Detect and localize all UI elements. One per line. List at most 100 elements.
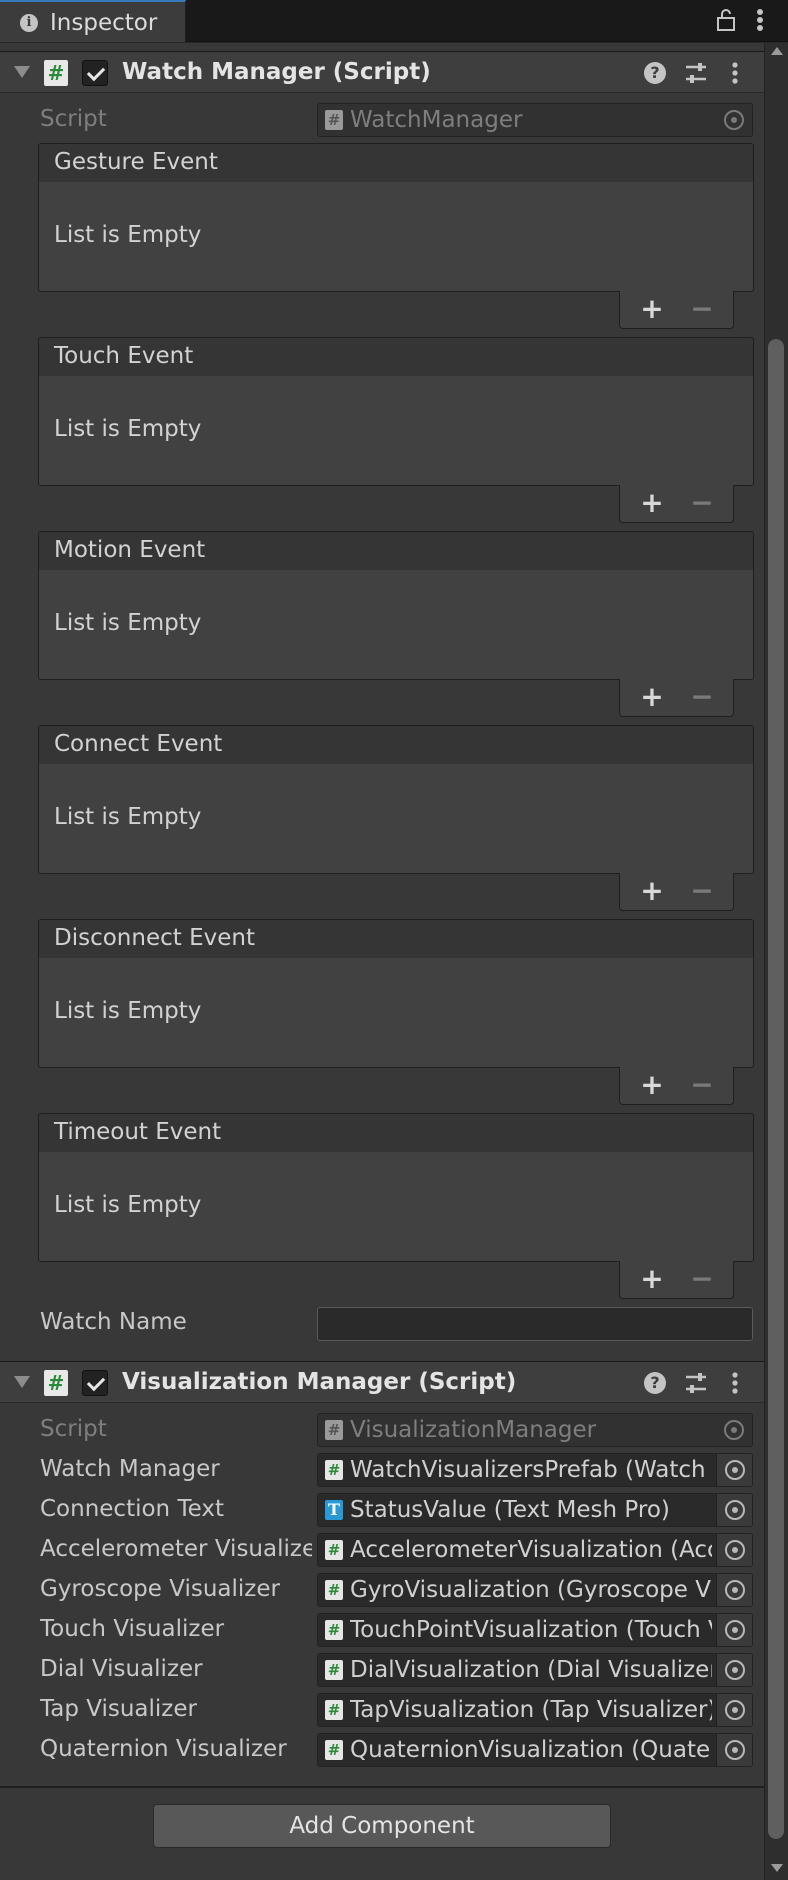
remove-item-button[interactable]: − <box>684 1071 720 1101</box>
quaternion-visualizer-field[interactable]: # QuaternionVisualization (Quaternion Vi… <box>317 1733 753 1767</box>
remove-item-button[interactable]: − <box>684 1265 720 1295</box>
scroll-up-arrow-icon[interactable] <box>771 47 783 55</box>
field-value: QuaternionVisualization (Quaternion Visu… <box>350 1737 712 1763</box>
object-picker-icon[interactable] <box>716 1534 752 1566</box>
object-picker-icon[interactable] <box>716 1694 752 1726</box>
tab-label: Inspector <box>50 10 158 36</box>
object-picker-icon[interactable] <box>716 1454 752 1486</box>
help-icon[interactable]: ? <box>644 1372 666 1394</box>
script-icon: # <box>325 1740 343 1760</box>
presets-icon[interactable] <box>684 1371 708 1395</box>
script-icon: # <box>44 60 68 86</box>
object-picker-icon[interactable] <box>716 1654 752 1686</box>
visualization-manager-enabled-checkbox[interactable] <box>82 1370 108 1396</box>
script-field: # WatchManager <box>317 103 753 137</box>
text-mesh-pro-icon: T <box>325 1500 343 1520</box>
lock-icon[interactable] <box>716 8 736 32</box>
remove-item-button[interactable]: − <box>684 877 720 907</box>
event-footer: + − <box>619 291 734 329</box>
script-icon: # <box>325 110 343 130</box>
field-label: Touch Visualizer <box>40 1616 225 1642</box>
event-label: Gesture Event <box>54 149 218 175</box>
event-header[interactable]: Timeout Event <box>38 1113 754 1153</box>
touch-visualizer-field[interactable]: # TouchPointVisualization (Touch Visuali… <box>317 1613 753 1647</box>
event-header[interactable]: Touch Event <box>38 337 754 377</box>
empty-text: List is Empty <box>54 804 202 830</box>
script-value: WatchManager <box>350 107 523 133</box>
accelerometer-visualizer-field[interactable]: # AccelerometerVisualization (Accelerome… <box>317 1533 753 1567</box>
object-picker-icon[interactable] <box>716 1574 752 1606</box>
event-footer: + − <box>619 679 734 717</box>
field-label: Watch Manager <box>40 1456 220 1482</box>
add-item-button[interactable]: + <box>634 683 670 713</box>
object-picker-icon <box>716 1414 752 1446</box>
presets-icon[interactable] <box>684 61 708 85</box>
foldout-arrow-icon[interactable] <box>14 1376 30 1388</box>
watch-name-label: Watch Name <box>40 1309 187 1335</box>
script-field: # VisualizationManager <box>317 1413 753 1447</box>
add-component-button[interactable]: Add Component <box>153 1804 611 1848</box>
component-menu-icon[interactable] <box>726 60 744 86</box>
field-value: WatchVisualizersPrefab (Watch Manager) <box>350 1457 712 1483</box>
add-item-button[interactable]: + <box>634 1071 670 1101</box>
field-label: Accelerometer Visualizer <box>40 1536 312 1562</box>
field-value: DialVisualization (Dial Visualizer) <box>350 1657 712 1683</box>
object-picker-icon[interactable] <box>716 1494 752 1526</box>
event-body: List is Empty <box>38 1152 754 1262</box>
remove-item-button[interactable]: − <box>684 295 720 325</box>
script-icon: # <box>325 1620 343 1640</box>
event-label: Motion Event <box>54 537 206 563</box>
scroll-down-arrow-icon[interactable] <box>771 1864 783 1872</box>
remove-item-button[interactable]: − <box>684 683 720 713</box>
event-header[interactable]: Connect Event <box>38 725 754 765</box>
field-value: AccelerometerVisualization (Acceleromete… <box>350 1537 712 1563</box>
event-header[interactable]: Gesture Event <box>38 143 754 183</box>
field-label: Dial Visualizer <box>40 1656 203 1682</box>
tab-inspector[interactable]: i Inspector <box>0 0 186 42</box>
empty-text: List is Empty <box>54 610 202 636</box>
script-icon: # <box>325 1460 343 1480</box>
script-icon: # <box>44 1370 68 1396</box>
event-body: List is Empty <box>38 376 754 486</box>
empty-text: List is Empty <box>54 222 202 248</box>
dial-visualizer-field[interactable]: # DialVisualization (Dial Visualizer) <box>317 1653 753 1687</box>
tab-menu-icon[interactable] <box>748 6 772 34</box>
connection-text-field[interactable]: T StatusValue (Text Mesh Pro) <box>317 1493 753 1527</box>
event-header[interactable]: Disconnect Event <box>38 919 754 959</box>
event-footer: + − <box>619 1067 734 1105</box>
event-body: List is Empty <box>38 182 754 292</box>
watch-manager-header[interactable]: # Watch Manager (Script) ? <box>0 51 764 93</box>
object-picker-icon[interactable] <box>716 1614 752 1646</box>
help-icon[interactable]: ? <box>644 62 666 84</box>
event-label: Touch Event <box>54 343 194 369</box>
scroll-thumb[interactable] <box>768 339 784 1839</box>
script-icon: # <box>325 1420 343 1440</box>
add-item-button[interactable]: + <box>634 877 670 907</box>
gyroscope-visualizer-field[interactable]: # GyroVisualization (Gyroscope Visualize… <box>317 1573 753 1607</box>
event-header[interactable]: Motion Event <box>38 531 754 571</box>
field-value: StatusValue (Text Mesh Pro) <box>350 1497 670 1523</box>
watch-manager-field[interactable]: # WatchVisualizersPrefab (Watch Manager) <box>317 1453 753 1487</box>
field-value: TouchPointVisualization (Touch Visualize… <box>350 1617 712 1643</box>
script-icon: # <box>325 1660 343 1680</box>
object-picker-icon[interactable] <box>716 1734 752 1766</box>
watch-manager-enabled-checkbox[interactable] <box>82 60 108 86</box>
empty-text: List is Empty <box>54 416 202 442</box>
visualization-manager-header[interactable]: # Visualization Manager (Script) ? <box>0 1361 764 1403</box>
event-label: Disconnect Event <box>54 925 255 951</box>
info-icon: i <box>20 14 38 32</box>
add-item-button[interactable]: + <box>634 1265 670 1295</box>
tap-visualizer-field[interactable]: # TapVisualization (Tap Visualizer) <box>317 1693 753 1727</box>
event-footer: + − <box>619 485 734 523</box>
add-item-button[interactable]: + <box>634 295 670 325</box>
event-body: List is Empty <box>38 570 754 680</box>
watch-name-input[interactable] <box>317 1307 753 1341</box>
empty-text: List is Empty <box>54 1192 202 1218</box>
foldout-arrow-icon[interactable] <box>14 66 30 78</box>
event-footer: + − <box>619 1261 734 1299</box>
component-divider <box>0 1786 764 1788</box>
component-menu-icon[interactable] <box>726 1370 744 1396</box>
remove-item-button[interactable]: − <box>684 489 720 519</box>
add-item-button[interactable]: + <box>634 489 670 519</box>
vertical-scrollbar[interactable] <box>764 43 788 1880</box>
